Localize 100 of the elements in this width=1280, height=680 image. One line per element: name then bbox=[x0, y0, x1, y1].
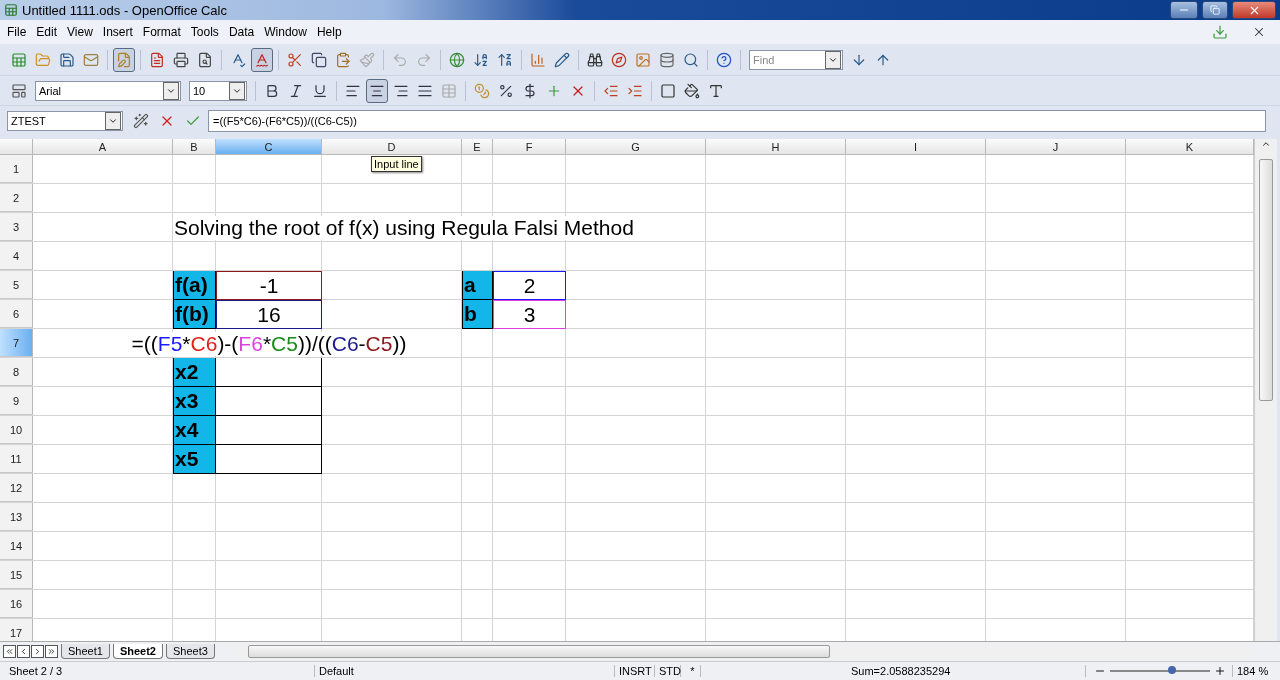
menu-item[interactable]: Tools bbox=[185, 25, 224, 39]
first-sheet-button[interactable] bbox=[3, 645, 16, 658]
font-name-field[interactable]: Arial bbox=[35, 80, 181, 101]
open-icon bbox=[35, 51, 51, 68]
column-header[interactable]: H bbox=[706, 139, 846, 155]
zoom-thumb[interactable] bbox=[1168, 666, 1176, 674]
column-header[interactable]: J bbox=[986, 139, 1126, 155]
scroll-up-icon[interactable] bbox=[1261, 139, 1271, 149]
menu-item[interactable]: View bbox=[62, 25, 98, 39]
dropdown-button[interactable] bbox=[163, 81, 179, 100]
table-cell: f(b) bbox=[173, 300, 216, 329]
percent-icon bbox=[498, 82, 514, 99]
export-pdf-icon bbox=[149, 51, 165, 68]
undo-icon bbox=[392, 51, 408, 68]
cut-icon bbox=[287, 51, 303, 68]
next-icon bbox=[33, 647, 42, 656]
row-header[interactable]: 13 bbox=[0, 503, 33, 531]
compass-icon bbox=[611, 51, 627, 68]
draw-icon bbox=[554, 51, 570, 68]
row-header[interactable]: 9 bbox=[0, 387, 33, 415]
find-combo-box[interactable]: Find bbox=[749, 49, 843, 70]
column-header[interactable]: D bbox=[322, 139, 462, 155]
sheet-tab[interactable]: Sheet2 bbox=[112, 644, 163, 659]
row-header[interactable]: 1 bbox=[0, 155, 33, 183]
dropdown-button[interactable] bbox=[825, 50, 841, 69]
bold-icon bbox=[264, 82, 280, 99]
menu-item[interactable]: Help bbox=[311, 25, 347, 39]
row-header[interactable]: 8 bbox=[0, 358, 33, 386]
selection-mode: STD bbox=[655, 665, 681, 677]
function-wizard-icon bbox=[133, 113, 149, 129]
vertical-scrollbar[interactable] bbox=[1254, 139, 1277, 641]
column-header[interactable]: A bbox=[33, 139, 173, 155]
find-field[interactable]: Find bbox=[750, 52, 825, 67]
print-preview-icon bbox=[197, 51, 213, 68]
italic-icon bbox=[288, 82, 304, 99]
autospellcheck-button[interactable] bbox=[251, 47, 273, 72]
table-cell: x2 bbox=[173, 358, 216, 387]
font-size-field[interactable]: 10 bbox=[189, 80, 247, 101]
last-sheet-button[interactable] bbox=[45, 645, 58, 658]
row-header[interactable]: 10 bbox=[0, 416, 33, 444]
table-cell: x5 bbox=[173, 445, 216, 474]
row-header[interactable]: 5 bbox=[0, 271, 33, 299]
email-icon bbox=[83, 51, 99, 68]
row-header[interactable]: 3 bbox=[0, 213, 33, 241]
scroll-thumb[interactable] bbox=[1259, 159, 1273, 401]
row-header[interactable]: 7 bbox=[0, 329, 33, 357]
sheet-tab[interactable]: Sheet1 bbox=[61, 644, 110, 659]
column-header[interactable]: C bbox=[216, 139, 322, 155]
edit-file-button[interactable] bbox=[113, 47, 135, 72]
dropdown-button[interactable] bbox=[229, 81, 245, 100]
next-sheet-button[interactable] bbox=[31, 645, 44, 658]
row-header[interactable]: 17 bbox=[0, 619, 33, 641]
menu-item[interactable]: File bbox=[2, 25, 32, 39]
close-icon[interactable] bbox=[1252, 25, 1266, 39]
page-style: Default bbox=[315, 665, 615, 677]
zoom-reading: 184 % bbox=[1232, 665, 1280, 677]
table-cell: -1 bbox=[216, 271, 322, 300]
column-header[interactable]: G bbox=[566, 139, 706, 155]
column-header[interactable]: K bbox=[1126, 139, 1254, 155]
row-header[interactable]: 14 bbox=[0, 532, 33, 560]
font-color-icon bbox=[708, 82, 724, 99]
formula-text: =((F5*C6)-(F6*C5))/((C6-C5)) bbox=[130, 331, 408, 356]
download-icon[interactable] bbox=[1212, 24, 1228, 40]
column-header[interactable]: E bbox=[462, 139, 493, 155]
row-header[interactable]: 4 bbox=[0, 242, 33, 270]
row-header[interactable]: 6 bbox=[0, 300, 33, 328]
column-header[interactable]: B bbox=[173, 139, 216, 155]
restore-button[interactable] bbox=[1202, 1, 1228, 19]
row-header[interactable]: 15 bbox=[0, 561, 33, 589]
row-header[interactable]: 11 bbox=[0, 445, 33, 473]
find-replace-icon bbox=[587, 51, 603, 68]
help-icon bbox=[716, 51, 732, 68]
scroll-thumb[interactable] bbox=[247, 645, 830, 658]
menu-item[interactable]: Format bbox=[137, 25, 186, 39]
align-center-button[interactable] bbox=[366, 78, 388, 103]
name-box[interactable]: ZTEST bbox=[7, 111, 123, 131]
row-header[interactable]: 16 bbox=[0, 590, 33, 618]
menu-item[interactable]: Edit bbox=[31, 25, 63, 39]
close-button[interactable] bbox=[1232, 1, 1276, 19]
sheet-tab[interactable]: Sheet3 bbox=[165, 644, 215, 659]
column-header[interactable]: F bbox=[493, 139, 566, 155]
sum-display: Sum=2.0588235294 bbox=[701, 665, 1086, 677]
horizontal-scrollbar[interactable] bbox=[235, 644, 1250, 659]
menu-item[interactable]: Data bbox=[223, 25, 260, 39]
menu-item[interactable]: Window bbox=[259, 25, 312, 39]
column-header[interactable]: I bbox=[846, 139, 986, 155]
zoom-in-icon[interactable] bbox=[1214, 665, 1226, 677]
format-paintbrush-icon bbox=[359, 51, 375, 68]
previous-sheet-button[interactable] bbox=[17, 645, 30, 658]
menu-item[interactable]: Insert bbox=[97, 25, 138, 39]
background-color-icon bbox=[684, 82, 700, 99]
row-header[interactable]: 2 bbox=[0, 184, 33, 212]
row-header[interactable]: 12 bbox=[0, 474, 33, 502]
minimize-button[interactable] bbox=[1170, 1, 1198, 19]
app-icon bbox=[4, 3, 18, 17]
table-cell: a bbox=[462, 271, 493, 300]
last-icon bbox=[47, 647, 56, 656]
paste-icon bbox=[335, 51, 351, 68]
gallery-icon bbox=[635, 51, 651, 68]
dropdown-button[interactable] bbox=[105, 112, 121, 130]
